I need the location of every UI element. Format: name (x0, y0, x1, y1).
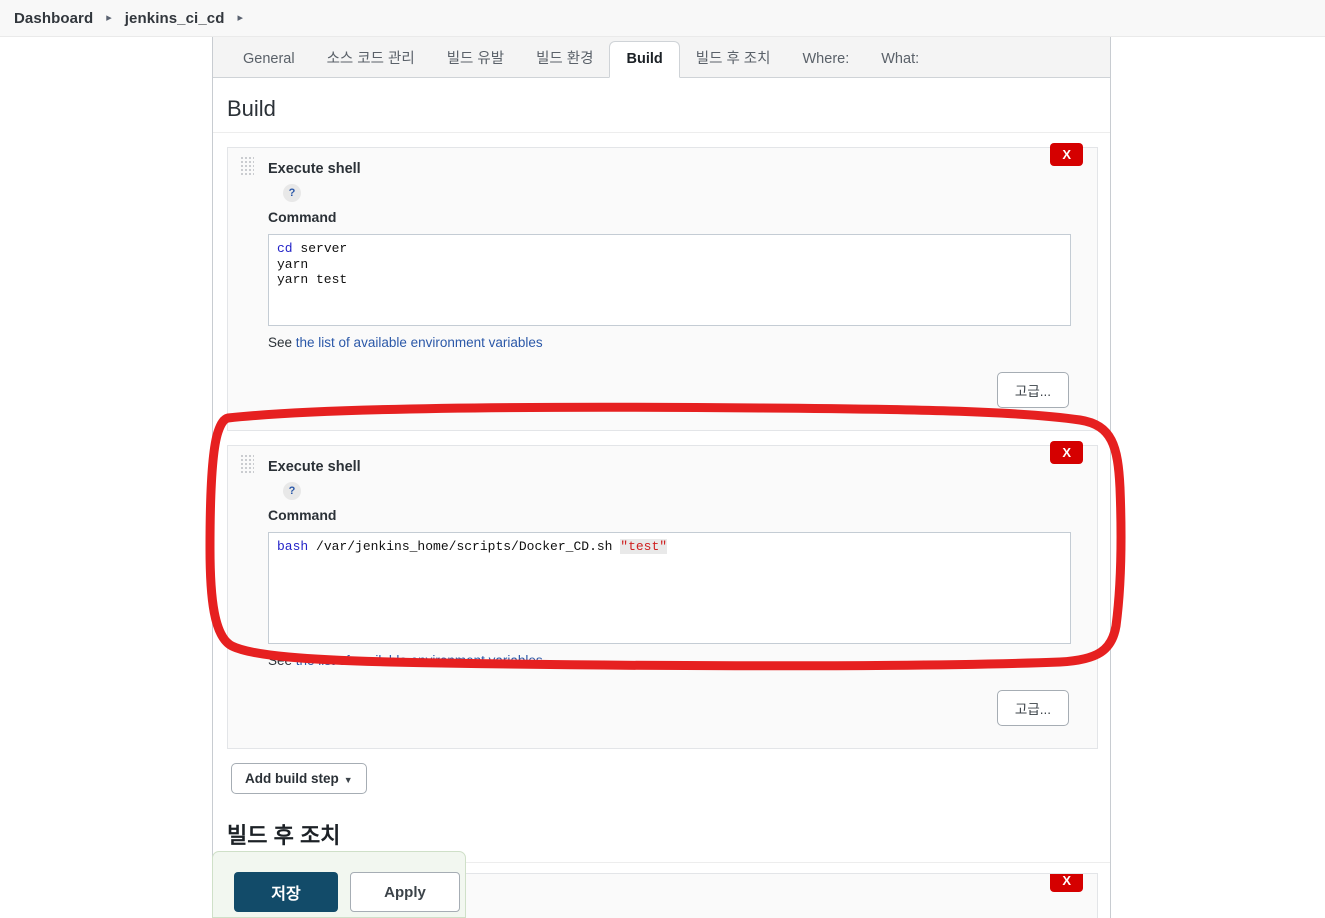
delete-post-build-step-button[interactable]: X (1050, 874, 1083, 892)
help-icon[interactable]: ? (283, 482, 301, 500)
save-button[interactable]: 저장 (234, 872, 338, 912)
build-step-title: Execute shell (268, 459, 361, 475)
command-field-label: Command (268, 507, 337, 523)
command-token-plain: /var/jenkins_home/scripts/Docker_CD.sh (308, 539, 621, 554)
drag-handle-icon[interactable] (241, 455, 254, 475)
tab-build-triggers[interactable]: 빌드 유발 (431, 41, 520, 77)
breadcrumb: Dashboard ▸ jenkins_ci_cd ▸ (0, 0, 1325, 37)
tab-general[interactable]: General (227, 41, 311, 77)
add-build-step-row: Add build step ▼ (213, 749, 1110, 794)
env-variables-link[interactable]: the list of available environment variab… (296, 653, 543, 668)
config-tab-bar: General 소스 코드 관리 빌드 유발 빌드 환경 Build 빌드 후 … (213, 37, 1110, 78)
advanced-button[interactable]: 고급... (996, 690, 1069, 726)
env-variables-link[interactable]: the list of available environment variab… (296, 335, 543, 350)
page-title: Build (213, 78, 1110, 133)
add-build-step-button[interactable]: Add build step ▼ (231, 763, 367, 794)
env-variables-line: See the list of available environment va… (268, 653, 1083, 668)
breadcrumb-dropdown-icon[interactable]: ▸ (237, 12, 243, 24)
breadcrumb-separator-icon: ▸ (106, 11, 112, 24)
tab-what[interactable]: What: (865, 41, 935, 77)
config-content-frame: General 소스 코드 관리 빌드 유발 빌드 환경 Build 빌드 후 … (212, 37, 1111, 918)
command-field-label: Command (268, 209, 337, 225)
jenkins-job-config-page: Dashboard ▸ jenkins_ci_cd ▸ General 소스 코… (0, 0, 1325, 918)
tab-source-code-management[interactable]: 소스 코드 관리 (311, 41, 431, 77)
build-step-block: X Execute shell ? Command bash /var/jenk… (227, 441, 1098, 749)
drag-handle-icon[interactable] (241, 157, 254, 177)
build-step-block: X Execute shell ? Command cd server yarn… (227, 143, 1098, 431)
command-textarea[interactable]: cd server yarn yarn test (268, 234, 1071, 326)
delete-build-step-button[interactable]: X (1050, 441, 1083, 464)
env-variables-prefix: See (268, 335, 296, 350)
apply-button[interactable]: Apply (350, 872, 460, 912)
command-textarea[interactable]: bash /var/jenkins_home/scripts/Docker_CD… (268, 532, 1071, 644)
advanced-button[interactable]: 고급... (996, 372, 1069, 408)
chevron-down-icon: ▼ (343, 775, 353, 785)
config-page-body: Build X Execute shell ? Command cd serve… (213, 78, 1110, 918)
advanced-row: 고급... (242, 350, 1083, 408)
tab-build-environment[interactable]: 빌드 환경 (520, 41, 609, 77)
command-token-keyword: bash (277, 539, 309, 554)
tab-post-build-actions[interactable]: 빌드 후 조치 (680, 41, 787, 77)
env-variables-line: See the list of available environment va… (268, 335, 1083, 350)
breadcrumb-item-dashboard[interactable]: Dashboard (14, 10, 93, 27)
command-token-keyword: cd (277, 241, 293, 256)
help-icon[interactable]: ? (283, 184, 301, 202)
tab-build[interactable]: Build (609, 41, 680, 78)
add-build-step-label: Add build step (245, 771, 339, 786)
tab-where[interactable]: Where: (787, 41, 866, 77)
breadcrumb-item-job[interactable]: jenkins_ci_cd (125, 10, 225, 27)
save-button-group: 저장 Apply (234, 872, 460, 912)
advanced-row: 고급... (242, 668, 1083, 726)
delete-build-step-button[interactable]: X (1050, 143, 1083, 166)
build-step-title: Execute shell (268, 161, 361, 177)
command-token-string: "test" (620, 539, 668, 554)
env-variables-prefix: See (268, 653, 296, 668)
